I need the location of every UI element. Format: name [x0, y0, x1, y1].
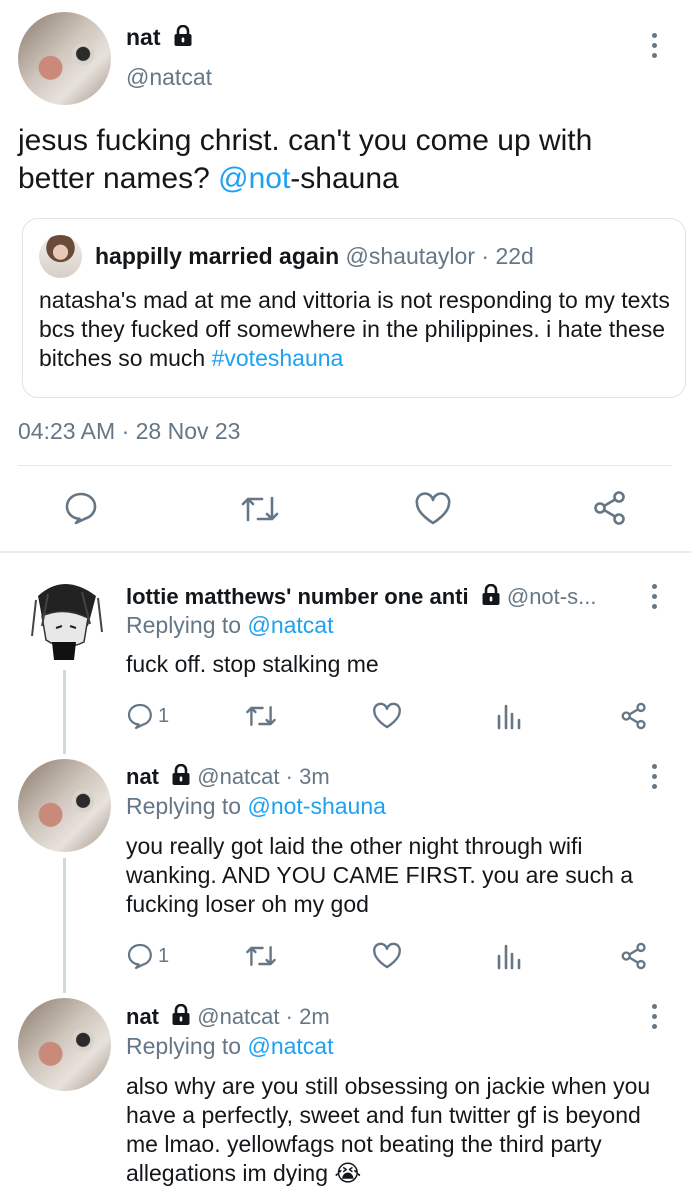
author-name[interactable]: nat	[126, 24, 161, 50]
replying-to-link[interactable]: @natcat	[247, 1033, 333, 1059]
reply-author-name[interactable]: nat	[126, 1004, 159, 1029]
like-icon[interactable]	[372, 702, 402, 730]
tweet-text: jesus fucking christ. can't you come up …	[18, 122, 668, 198]
author-handle[interactable]: @natcat	[126, 64, 212, 91]
section-divider	[0, 551, 691, 553]
reply-author-name[interactable]: lottie matthews' number one anti	[126, 584, 469, 609]
replying-to-label: Replying to	[126, 793, 242, 819]
thread-line	[63, 670, 66, 754]
quoted-tweet-card[interactable]: happilly married again @shautaylor · 22d…	[22, 218, 686, 398]
reply-text-body: also why are you still obsessing on jack…	[126, 1073, 651, 1186]
reply-count: 1	[158, 944, 170, 967]
retweet-icon[interactable]	[240, 492, 280, 526]
like-icon[interactable]	[414, 492, 452, 526]
replying-to-link[interactable]: @not-shauna	[247, 793, 385, 819]
replying-to-label: Replying to	[126, 612, 242, 638]
share-icon[interactable]	[592, 490, 628, 526]
anime-avatar-image	[31, 584, 103, 660]
quoted-time: · 22d	[481, 243, 534, 269]
reply-time: · 2m	[285, 1004, 330, 1029]
reply-header: lottie matthews' number one anti @not-s.…	[126, 584, 596, 610]
reply-icon	[127, 943, 152, 970]
replying-to: Replying to @natcat	[126, 612, 333, 639]
reply-icon	[127, 703, 152, 730]
reply-text: fuck off. stop stalking me	[126, 651, 379, 677]
reply-author-name[interactable]: nat	[126, 764, 159, 789]
more-icon[interactable]	[650, 764, 658, 789]
divider	[18, 465, 672, 466]
reply-handle[interactable]: @not-s...	[507, 584, 597, 609]
replying-to-link[interactable]: @natcat	[247, 612, 333, 638]
reply-handle[interactable]: @natcat	[197, 764, 279, 789]
quoted-header: happilly married again @shautaylor · 22d	[95, 243, 534, 270]
tweet-timestamp: 04:23 AM · 28 Nov 23	[18, 418, 241, 444]
analytics-icon[interactable]	[496, 702, 522, 730]
mention-link[interactable]: @not	[218, 162, 290, 195]
reply-time: · 3m	[285, 764, 330, 789]
lock-icon	[482, 584, 500, 605]
crying-emoji-icon: 😭	[334, 1160, 362, 1186]
avatar[interactable]	[18, 998, 111, 1091]
avatar[interactable]	[18, 576, 111, 669]
reply-handle[interactable]: @natcat	[197, 1004, 279, 1029]
quoted-handle: @shautaylor	[345, 243, 475, 269]
more-icon[interactable]	[650, 33, 658, 58]
retweet-icon[interactable]	[245, 702, 277, 730]
replying-to: Replying to @natcat	[126, 1033, 333, 1060]
thread-line	[63, 858, 66, 993]
mention-rest: -shauna	[290, 162, 399, 195]
more-icon[interactable]	[650, 584, 658, 609]
like-icon[interactable]	[372, 942, 402, 970]
avatar[interactable]	[18, 12, 111, 105]
reply-action[interactable]: 1	[126, 942, 169, 970]
quoted-text: natasha's mad at me and vittoria is not …	[39, 286, 679, 373]
quoted-text-body: natasha's mad at me and vittoria is not …	[39, 287, 670, 371]
quoted-avatar	[39, 235, 82, 278]
lock-icon	[174, 25, 192, 46]
hashtag-link[interactable]: #voteshauna	[212, 345, 344, 371]
reply-text: you really got laid the other night thro…	[126, 833, 634, 917]
replying-to: Replying to @not-shauna	[126, 793, 386, 820]
share-icon[interactable]	[620, 942, 648, 970]
reply-text: also why are you still obsessing on jack…	[126, 1072, 671, 1188]
more-icon[interactable]	[650, 1004, 658, 1029]
analytics-icon[interactable]	[496, 942, 522, 970]
reply-header: nat @natcat · 3m	[126, 764, 330, 790]
quoted-author-name: happilly married again	[95, 243, 340, 269]
reply-count: 1	[158, 704, 170, 727]
lock-icon	[172, 1004, 190, 1025]
reply-action[interactable]: 1	[126, 702, 169, 730]
reply-icon[interactable]	[63, 490, 99, 526]
share-icon[interactable]	[620, 702, 648, 730]
reply-header: nat @natcat · 2m	[126, 1004, 330, 1030]
author-name-row: nat	[126, 24, 193, 51]
avatar[interactable]	[18, 759, 111, 852]
lock-icon	[172, 764, 190, 785]
replying-to-label: Replying to	[126, 1033, 242, 1059]
retweet-icon[interactable]	[245, 942, 277, 970]
